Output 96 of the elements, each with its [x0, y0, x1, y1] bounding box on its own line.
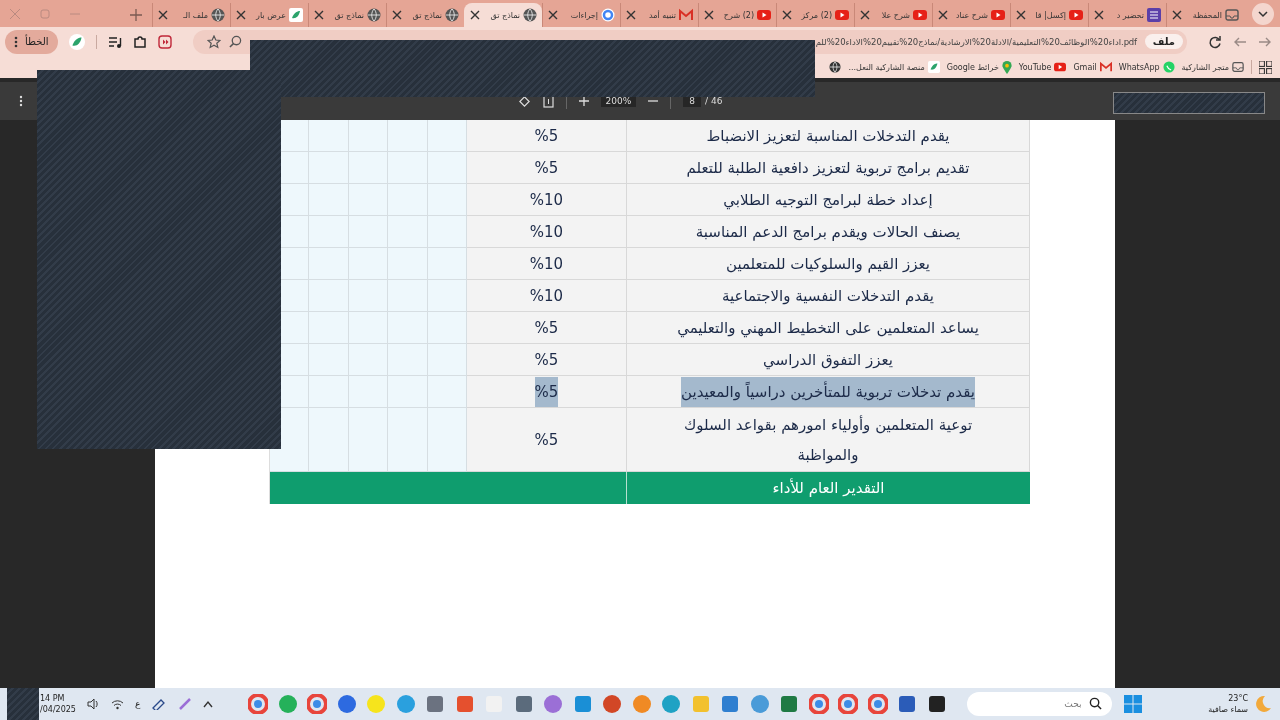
bookmark-item[interactable]: متجر الشاركية — [1181, 61, 1244, 73]
close-icon[interactable] — [470, 10, 480, 20]
fit-page-icon[interactable] — [542, 94, 554, 108]
redaction-overlay — [7, 688, 39, 720]
close-icon[interactable] — [548, 10, 558, 20]
table-cell: يقدم التدخلات النفسية والاجتماعية — [627, 280, 1030, 312]
inbox-icon — [1232, 61, 1244, 73]
media-list-icon[interactable] — [107, 34, 122, 49]
envelope-icon — [1099, 61, 1112, 73]
speaker-icon[interactable] — [86, 698, 100, 710]
play-icon — [913, 8, 927, 22]
table-cell: يصنف الحالات ويقدم برامج الدعم المناسبة — [627, 216, 1030, 248]
star-icon[interactable] — [206, 34, 221, 49]
table-cell: يعزز التفوق الدراسي — [627, 344, 1030, 376]
inbox-icon — [1225, 8, 1239, 22]
close-icon[interactable] — [158, 10, 168, 20]
search-field[interactable]: بحث — [966, 692, 1112, 716]
play-icon — [991, 8, 1005, 22]
leaf-icon — [289, 8, 303, 22]
bookmark-item[interactable]: YouTube — [1018, 61, 1067, 73]
search-icon — [1088, 697, 1102, 710]
leaf-icon[interactable] — [68, 33, 85, 50]
table-cell: %10 — [467, 280, 627, 312]
clock-time[interactable]: 14 PM — [40, 693, 76, 704]
table-cell: يساعد المتعلمين على التخطيط المهني والتعليمي — [627, 312, 1030, 344]
page-count: / 46 — [705, 96, 723, 106]
close-icon[interactable] — [1172, 10, 1182, 20]
table-cell: %5 — [467, 408, 627, 472]
input-language-indicator[interactable]: ع — [134, 699, 141, 709]
table-cell: يقدم التدخلات المناسبة لتعزيز الانضباط — [627, 120, 1030, 152]
table-cell: %5 — [467, 376, 627, 408]
reload-icon[interactable] — [1208, 34, 1222, 49]
close-icon[interactable] — [938, 10, 948, 20]
table-cell: تقديم برامج تربوية لتعزيز دافعية الطلبة للتعلم — [627, 152, 1030, 184]
table-cell: %5 — [467, 120, 627, 152]
table-cell: %5 — [467, 152, 627, 184]
envelope-icon — [679, 8, 693, 22]
table-cell: %10 — [467, 216, 627, 248]
close-icon[interactable] — [626, 10, 636, 20]
close-icon[interactable] — [860, 10, 870, 20]
table-cell: إعداد خطة لبرامج التوجيه الطلابي — [627, 184, 1030, 216]
chevron-up-icon[interactable] — [203, 700, 214, 708]
leaf-icon — [927, 61, 940, 73]
browser-tab[interactable]: نماذج تق — [464, 3, 542, 27]
play-icon — [1054, 61, 1067, 73]
globe-icon — [211, 8, 225, 22]
weather-temperature[interactable]: 23°C — [1228, 693, 1248, 704]
apps-grid-icon[interactable] — [1259, 60, 1272, 74]
globe-icon[interactable] — [829, 61, 842, 73]
play-icon — [835, 8, 849, 22]
extension-icon[interactable] — [157, 34, 172, 49]
bookmark-item[interactable]: خرائط Google — [946, 60, 1012, 74]
wifi-icon[interactable] — [110, 698, 124, 710]
more-icon[interactable] — [19, 95, 23, 107]
map-pin-icon — [1001, 60, 1012, 74]
table-cell: يعزز القيم والسلوكيات للمتعلمين — [627, 248, 1030, 280]
table-cell-text: التقدير العام للأداء — [771, 477, 886, 499]
table-cell: %10 — [467, 248, 627, 280]
weather-condition[interactable]: سماء صافية — [1208, 704, 1248, 715]
globe-icon — [367, 8, 381, 22]
close-icon[interactable] — [1016, 10, 1026, 20]
zoom-in-icon[interactable] — [578, 96, 589, 106]
rotate-icon[interactable] — [517, 94, 531, 108]
close-icon[interactable] — [392, 10, 402, 20]
zoom-icon[interactable] — [228, 35, 242, 48]
close-icon[interactable] — [314, 10, 324, 20]
tab-list-button[interactable] — [1252, 3, 1274, 25]
table-cell: %5 — [467, 344, 627, 376]
table-cell: توعية المتعلمين وأولياء امورهم بقواعد السلوك والمواظبة — [627, 408, 1030, 472]
stylus-icon[interactable] — [178, 697, 193, 711]
play-icon — [757, 8, 771, 22]
chat-bubble-icon — [1162, 61, 1175, 73]
table-cell: %5 — [467, 312, 627, 344]
site-info-chip[interactable]: ملف — [1144, 34, 1183, 49]
chevron-down-icon — [1257, 8, 1269, 20]
start-button-icon[interactable] — [1123, 695, 1142, 713]
close-icon[interactable] — [1094, 10, 1104, 20]
close-icon[interactable] — [236, 10, 246, 20]
ring-icon — [601, 8, 615, 22]
table-cell: %10 — [467, 184, 627, 216]
bookmark-item[interactable]: Gmail — [1073, 61, 1112, 73]
puzzle-icon[interactable] — [132, 34, 147, 49]
profile-error-button[interactable]: الخطأ — [5, 29, 58, 54]
clock-date[interactable]: /04/2025 — [40, 704, 76, 715]
close-icon[interactable] — [782, 10, 792, 20]
table-cell: يقدم تدخلات تربوية للمتأخرين دراسياً والمعيدين — [627, 376, 1030, 408]
bookmark-item[interactable]: WhatsApp — [1118, 61, 1175, 73]
more-icon[interactable] — [14, 35, 18, 48]
bookmark-item[interactable]: منصة الشاركية النعل... — [848, 61, 940, 73]
list-icon — [1147, 8, 1161, 22]
app-icon[interactable] — [926, 694, 947, 714]
play-icon — [1069, 8, 1083, 22]
globe-icon — [523, 8, 537, 22]
new-tab-icon[interactable] — [130, 9, 142, 21]
close-icon[interactable] — [704, 10, 714, 20]
globe-icon — [445, 8, 459, 22]
